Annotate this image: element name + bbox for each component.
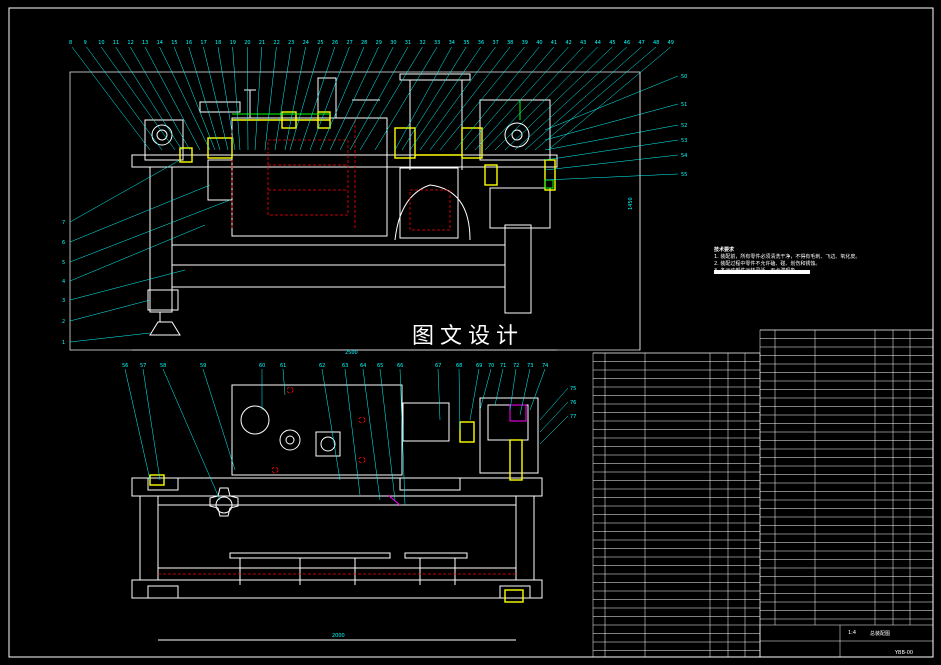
balloon-number: 42	[565, 40, 571, 46]
balloon-number: 5	[62, 260, 65, 266]
balloon-number: 59	[200, 363, 206, 369]
balloon-number: 56	[122, 363, 128, 369]
balloon-number: 44	[595, 40, 601, 46]
balloon-number: 15	[171, 40, 177, 46]
balloon-number: 65	[377, 363, 383, 369]
balloon-number: 55	[681, 172, 687, 178]
balloon-number: 68	[456, 363, 462, 369]
balloon-number: 61	[280, 363, 286, 369]
top-dim-width: 2000	[332, 633, 345, 639]
balloon-number: 50	[681, 74, 687, 80]
balloon-number: 24	[303, 40, 309, 46]
front-dim-height: 1450	[628, 197, 634, 210]
balloon-number: 53	[681, 138, 687, 144]
balloon-number: 58	[160, 363, 166, 369]
balloon-number: 25	[317, 40, 323, 46]
balloon-number: 46	[624, 40, 630, 46]
balloon-number: 17	[200, 40, 206, 46]
balloon-number: 34	[449, 40, 455, 46]
balloon-number: 1	[62, 340, 65, 346]
balloon-number: 38	[507, 40, 513, 46]
balloon-number: 10	[98, 40, 104, 46]
balloon-number: 67	[435, 363, 441, 369]
balloon-number: 18	[215, 40, 221, 46]
balloon-number: 19	[230, 40, 236, 46]
balloon-number: 45	[609, 40, 615, 46]
balloon-number: 70	[488, 363, 494, 369]
balloon-number: 16	[186, 40, 192, 46]
balloon-number: 63	[342, 363, 348, 369]
balloon-number: 8	[69, 40, 72, 46]
balloon-number: 33	[434, 40, 440, 46]
balloon-number: 2	[62, 319, 65, 325]
technical-note-line: 2. 装配过程中零件不允许磕、碰、划伤和锈蚀。	[714, 261, 821, 267]
balloon-number: 4	[62, 279, 65, 285]
balloon-number: 51	[681, 102, 687, 108]
balloon-number: 7	[62, 220, 65, 226]
balloon-number: 49	[668, 40, 674, 46]
balloon-number: 76	[570, 400, 576, 406]
balloon-number: 62	[319, 363, 325, 369]
balloon-number: 43	[580, 40, 586, 46]
balloon-number: 72	[513, 363, 519, 369]
balloon-number: 11	[113, 40, 119, 46]
balloon-number: 40	[536, 40, 542, 46]
balloon-number: 73	[527, 363, 533, 369]
balloon-number: 22	[273, 40, 279, 46]
balloon-number: 41	[551, 40, 557, 46]
balloon-number: 60	[259, 363, 265, 369]
balloon-number: 9	[84, 40, 87, 46]
balloon-number: 3	[62, 298, 65, 304]
technical-notes-title: 技术要求	[714, 247, 735, 253]
balloon-number: 39	[522, 40, 528, 46]
balloon-number: 32	[419, 40, 425, 46]
balloon-number: 6	[62, 240, 65, 246]
balloon-number: 54	[681, 153, 687, 159]
title-block-scale: 1:4	[848, 630, 857, 636]
balloon-number: 47	[638, 40, 644, 46]
balloon-number: 31	[405, 40, 411, 46]
technical-notes: 技术要求 1. 装配前，所有零件必须清洗干净，不得有毛刺、飞边、氧化皮。 2. …	[714, 247, 860, 275]
balloon-number: 30	[390, 40, 396, 46]
balloon-number: 28	[361, 40, 367, 46]
balloon-number: 69	[476, 363, 482, 369]
balloon-number: 71	[500, 363, 506, 369]
balloon-number: 36	[478, 40, 484, 46]
balloon-number: 66	[397, 363, 403, 369]
balloon-number: 77	[570, 414, 576, 420]
balloon-number: 12	[127, 40, 133, 46]
technical-note-line: 3. 各运动部件运转灵活，无卡滞现象。	[714, 268, 801, 274]
title-block-drawing-no: YBB-00	[895, 650, 914, 656]
balloon-number: 23	[288, 40, 294, 46]
balloon-number: 48	[653, 40, 659, 46]
balloon-number: 21	[259, 40, 265, 46]
balloon-number: 29	[376, 40, 382, 46]
balloon-number: 14	[157, 40, 163, 46]
balloon-number: 35	[463, 40, 469, 46]
watermark-text: 图文设计	[412, 324, 525, 349]
balloon-number: 52	[681, 123, 687, 129]
balloon-number: 64	[360, 363, 366, 369]
title-block-name: 总装配图	[870, 631, 891, 637]
balloon-number: 27	[346, 40, 352, 46]
technical-note-line: 1. 装配前，所有零件必须清洗干净，不得有毛刺、飞边、氧化皮。	[714, 254, 861, 260]
balloon-number: 75	[570, 386, 576, 392]
balloon-number: 13	[142, 40, 148, 46]
balloon-number: 57	[140, 363, 146, 369]
balloon-number: 37	[492, 40, 498, 46]
balloon-number: 26	[332, 40, 338, 46]
front-dim-width: 2500	[345, 350, 358, 356]
balloon-number: 74	[542, 363, 548, 369]
balloon-number: 20	[244, 40, 250, 46]
